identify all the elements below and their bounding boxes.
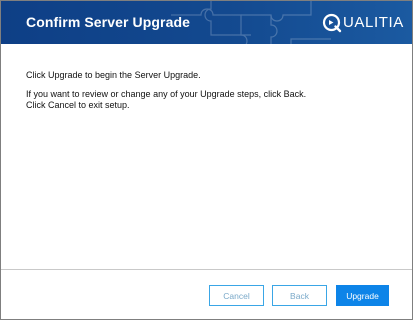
instruction-cancel: Click Cancel to exit setup. xyxy=(26,100,130,110)
dialog-title: Confirm Server Upgrade xyxy=(26,14,191,30)
q-logo-icon xyxy=(322,13,342,33)
puzzle-pattern-decoration xyxy=(171,1,331,44)
dialog-body: Click Upgrade to begin the Server Upgrad… xyxy=(26,70,396,111)
upgrade-button[interactable]: Upgrade xyxy=(336,285,389,306)
cancel-button[interactable]: Cancel xyxy=(209,285,264,306)
qualitia-logo: UALITIA xyxy=(322,12,404,34)
confirm-upgrade-dialog: Confirm Server Upgrade UALITIA Click Upg… xyxy=(0,0,413,320)
dialog-header: Confirm Server Upgrade UALITIA xyxy=(1,1,412,44)
footer-divider xyxy=(1,269,412,270)
instruction-back: If you want to review or change any of y… xyxy=(26,89,307,99)
back-button[interactable]: Back xyxy=(272,285,327,306)
logo-text: UALITIA xyxy=(343,14,404,31)
instruction-upgrade: Click Upgrade to begin the Server Upgrad… xyxy=(26,70,201,80)
